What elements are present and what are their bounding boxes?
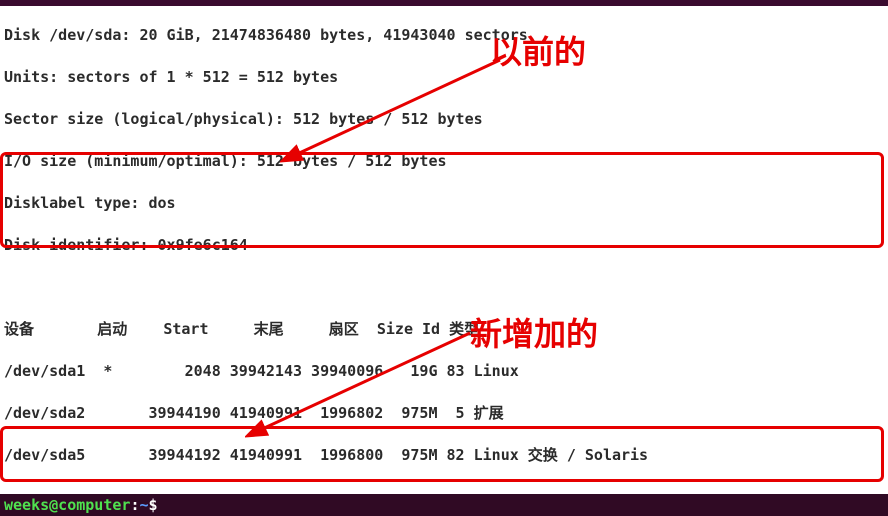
disk-info-line: I/O size (minimum/optimal): 512 bytes / … — [4, 151, 884, 172]
prompt-symbol: $ — [149, 495, 158, 516]
partition-row: /dev/sda1 * 2048 39942143 39940096 19G 8… — [4, 361, 884, 382]
prompt-sep: : — [130, 495, 139, 516]
blank-line — [4, 277, 884, 298]
partition-row: /dev/sda5 39944192 41940991 1996800 975M… — [4, 445, 884, 466]
prompt-path: ~ — [139, 495, 148, 516]
disk-info-line: Disk identifier: 0x9fe6c164 — [4, 235, 884, 256]
partition-table-header: 设备 启动 Start 末尾 扇区 Size Id 类型 — [4, 319, 884, 340]
terminal-prompt[interactable]: weeks@computer:~$ — [0, 494, 888, 516]
disk-info-line: Units: sectors of 1 * 512 = 512 bytes — [4, 67, 884, 88]
disk-header-sda: Disk /dev/sda: 20 GiB, 21474836480 bytes… — [4, 25, 884, 46]
partition-row: /dev/sda2 39944190 41940991 1996802 975M… — [4, 403, 884, 424]
disk-info-line: Disklabel type: dos — [4, 193, 884, 214]
prompt-user: weeks@computer — [4, 495, 130, 516]
disk-info-line: Sector size (logical/physical): 512 byte… — [4, 109, 884, 130]
terminal-output: Disk /dev/sda: 20 GiB, 21474836480 bytes… — [0, 0, 888, 516]
